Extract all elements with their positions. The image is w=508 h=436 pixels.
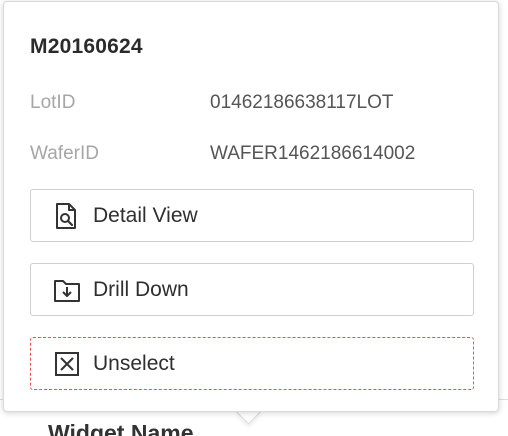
lotid-label: LotID bbox=[30, 92, 76, 113]
waferid-label: WaferID bbox=[30, 143, 99, 164]
unselect-label: Unselect bbox=[93, 351, 175, 375]
close-box-icon bbox=[53, 350, 81, 378]
lotid-value: 01462186638117LOT bbox=[210, 92, 394, 113]
detail-view-button[interactable]: Detail View bbox=[30, 189, 474, 242]
popover-card: M20160624 LotID 01462186638117LOT WaferI… bbox=[3, 1, 499, 412]
popover-title: M20160624 bbox=[30, 35, 143, 58]
folder-download-icon bbox=[53, 276, 81, 304]
drill-down-button[interactable]: Drill Down bbox=[30, 263, 474, 316]
document-search-icon bbox=[53, 202, 81, 230]
drill-down-label: Drill Down bbox=[93, 277, 189, 301]
background-widget-heading: Widget Name bbox=[48, 420, 194, 436]
stage: Widget Name M20160624 LotID 014621866381… bbox=[0, 0, 508, 436]
detail-view-label: Detail View bbox=[93, 203, 198, 227]
waferid-value: WAFER1462186614002 bbox=[210, 143, 416, 164]
unselect-button[interactable]: Unselect bbox=[30, 337, 474, 390]
